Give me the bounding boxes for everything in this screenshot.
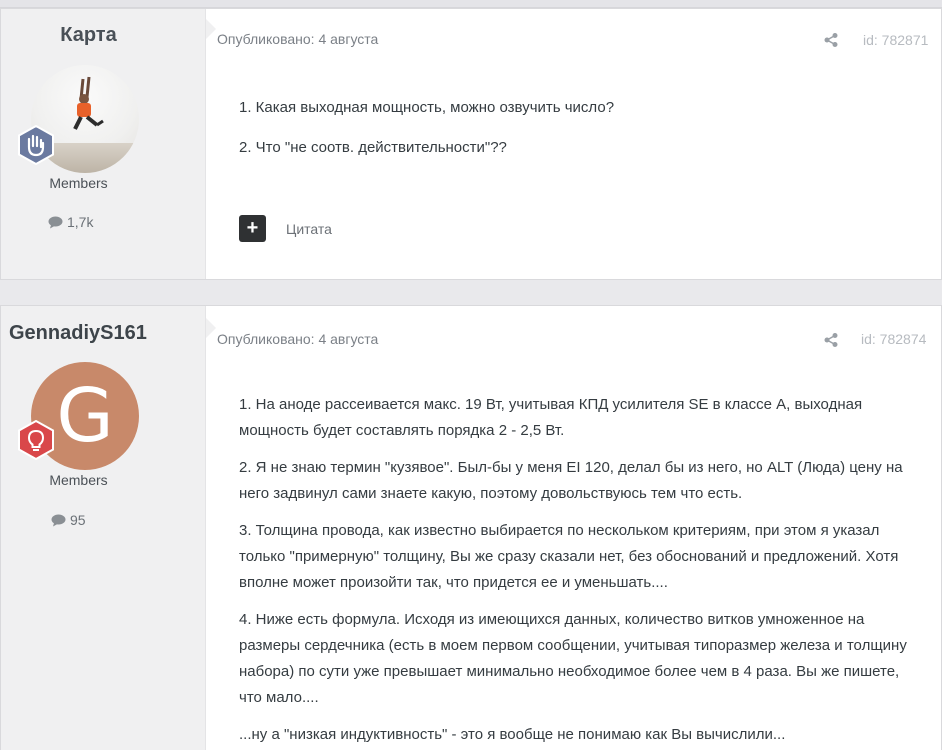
post-count: 1,7k xyxy=(48,214,93,230)
post-paragraph: 1. На аноде рассеивается макс. 19 Вт, уч… xyxy=(239,396,863,439)
lightbulb-icon xyxy=(18,419,54,461)
post-content: 1. На аноде рассеивается макс. 19 Вт, уч… xyxy=(239,392,919,750)
author-name-link[interactable]: GennadiyS161 xyxy=(9,322,147,345)
comment-icon xyxy=(51,514,66,526)
author-panel: Карта Members 1,7k xyxy=(1,9,206,279)
post-id: id: 782871 xyxy=(863,32,929,48)
comment-icon xyxy=(48,216,63,228)
forum-post: GennadiyS161 G Members 95 Опубликовано: … xyxy=(0,305,942,750)
rank-badge xyxy=(16,419,56,461)
share-icon[interactable] xyxy=(823,332,839,348)
top-strip xyxy=(0,0,942,8)
author-name-link[interactable]: Карта xyxy=(1,24,176,47)
forum-post: Карта Members 1,7k Опубликовано: 4 авгус… xyxy=(0,8,942,280)
post-date-link[interactable]: Опубликовано: 4 августа xyxy=(217,331,378,347)
member-group: Members xyxy=(49,175,108,191)
post-paragraph: ...ну а "низкая индуктивность" - это я в… xyxy=(239,726,786,743)
multiquote-add-button[interactable]: + xyxy=(239,215,266,242)
post-content: 1. Какая выходная мощность, можно озвучи… xyxy=(239,95,919,175)
post-pointer xyxy=(206,19,216,39)
author-panel: GennadiyS161 G Members 95 xyxy=(1,306,206,750)
post-paragraph: 1. Какая выходная мощность, можно озвучи… xyxy=(239,99,615,116)
post-count: 95 xyxy=(51,512,86,528)
member-group: Members xyxy=(49,472,108,488)
post-paragraph: 3. Толщина провода, как известно выбирае… xyxy=(239,522,899,591)
hand-wave-icon xyxy=(18,124,54,166)
post-count-value: 1,7k xyxy=(67,214,94,230)
post-count-value: 95 xyxy=(70,512,86,528)
share-icon[interactable] xyxy=(823,32,839,48)
post-id: id: 782874 xyxy=(861,331,927,347)
post-pointer xyxy=(206,318,216,338)
rank-badge xyxy=(16,124,56,166)
post-paragraph: 2. Я не знаю термин "кузявое". Был-бы у … xyxy=(239,459,903,502)
post-date-link[interactable]: Опубликовано: 4 августа xyxy=(217,31,378,47)
post-paragraph: 4. Ниже есть формула. Исходя из имеющихс… xyxy=(239,611,907,706)
quote-button[interactable]: Цитата xyxy=(286,221,332,237)
post-paragraph: 2. Что "не соотв. действительности"?? xyxy=(239,139,507,156)
